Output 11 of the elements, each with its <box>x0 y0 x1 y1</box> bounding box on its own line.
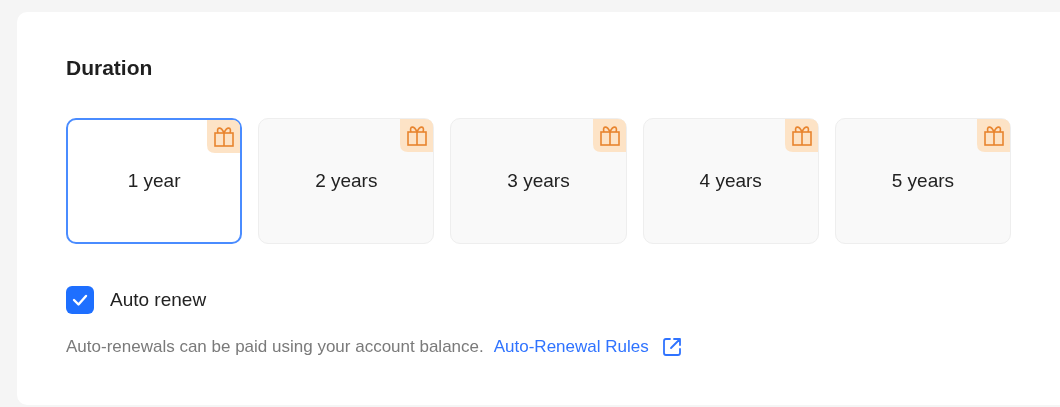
checkbox-label: Auto renew <box>110 289 207 311</box>
duration-option[interactable]: 3 years <box>450 118 627 244</box>
note-text: Auto-renewals can be paid using your account balance. <box>66 337 484 357</box>
duration-option[interactable]: 4 years <box>642 118 819 244</box>
duration-option[interactable]: 2 years <box>258 118 435 244</box>
auto-renew-checkbox[interactable] <box>66 286 94 314</box>
duration-option[interactable]: 1 year <box>66 118 243 244</box>
external-link-icon <box>660 336 683 358</box>
rules-link[interactable]: Auto-Renewal Rules <box>493 336 683 358</box>
section-title: Duration <box>66 56 154 80</box>
duration-option[interactable]: 5 years <box>834 118 1011 244</box>
